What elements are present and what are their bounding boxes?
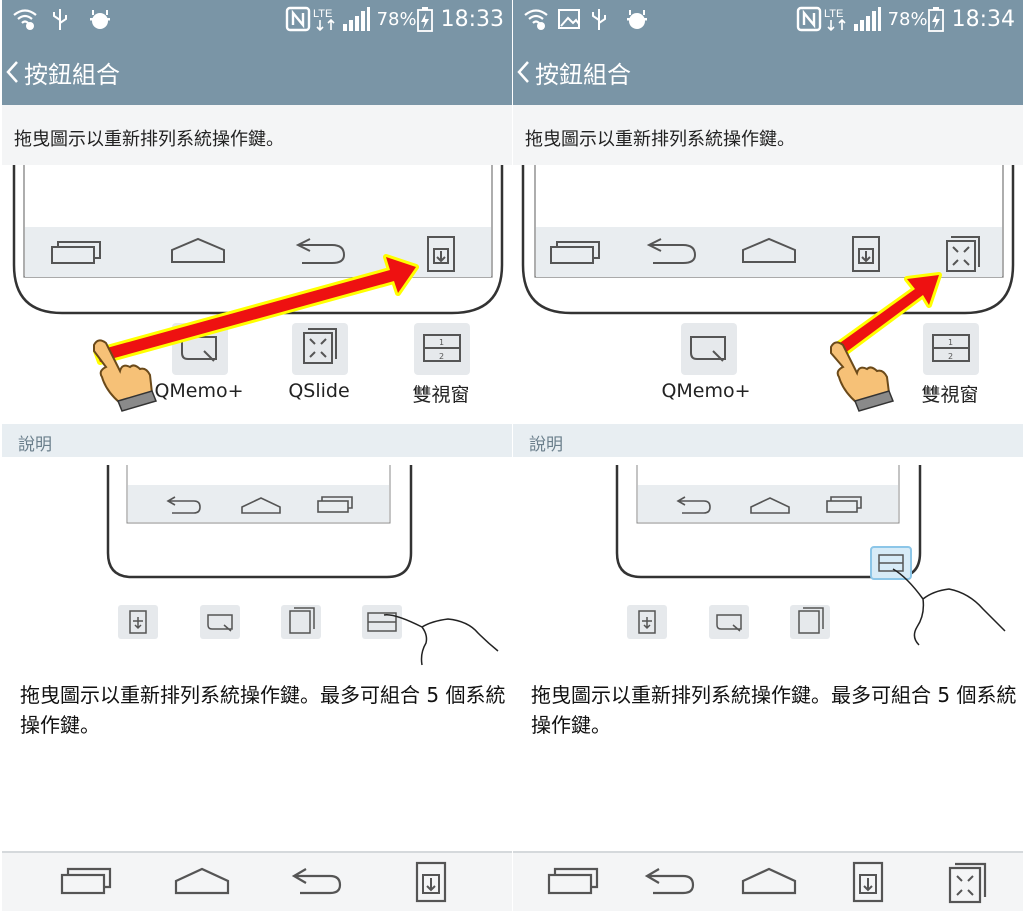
nfc-icon bbox=[796, 6, 821, 32]
preview-navbar bbox=[536, 227, 1002, 277]
section-header: 說明 bbox=[2, 424, 512, 457]
debug-icon bbox=[627, 10, 647, 29]
illustration-tiles bbox=[118, 605, 402, 639]
system-navbar bbox=[513, 851, 1023, 911]
svg-text:LTE: LTE bbox=[313, 8, 332, 20]
status-icons-left bbox=[13, 9, 110, 30]
button-combination-editor: 1 2 bbox=[521, 165, 1015, 412]
hand-pointer-icon bbox=[830, 341, 895, 412]
illustration-hand-icon bbox=[892, 568, 1006, 646]
title-bar: 按鈕組合 bbox=[2, 38, 512, 105]
title-bar: 按鈕組合 bbox=[513, 38, 1023, 105]
notification-icon[interactable] bbox=[851, 861, 887, 905]
dual-window-label: 雙視窗 bbox=[412, 384, 470, 406]
qslide-label: QSlide bbox=[288, 380, 350, 402]
status-icons-right: LTE 78% 18:33 bbox=[285, 4, 504, 34]
status-icons-left bbox=[524, 9, 647, 30]
lte-icon: LTE bbox=[824, 8, 846, 32]
instruction-text: 拖曳圖示以重新排列系統操作鍵。 bbox=[513, 105, 1023, 165]
status-bar: LTE 78% 18:34 bbox=[513, 0, 1023, 38]
instruction-text: 拖曳圖示以重新排列系統操作鍵。 bbox=[2, 105, 512, 165]
svg-text:1: 1 bbox=[948, 338, 953, 347]
lte-icon: LTE bbox=[313, 8, 335, 32]
qmemo-label: QMemo+ bbox=[154, 380, 244, 402]
status-bar: LTE 78% 18:33 bbox=[2, 0, 512, 38]
back-chevron-icon[interactable] bbox=[515, 60, 531, 84]
notification-icon[interactable] bbox=[414, 861, 450, 905]
instruction-label: 拖曳圖示以重新排列系統操作鍵。 bbox=[525, 129, 795, 150]
svg-text:2: 2 bbox=[439, 352, 444, 361]
gallery-icon bbox=[558, 9, 580, 29]
illustration-tiles bbox=[627, 605, 830, 639]
svg-text:1: 1 bbox=[439, 338, 444, 347]
dual-window-label: 雙視窗 bbox=[921, 384, 979, 406]
qslide-tile bbox=[292, 323, 348, 375]
qmemo-tile bbox=[681, 323, 737, 375]
page-title: 按鈕組合 bbox=[535, 61, 631, 89]
svg-text:2: 2 bbox=[948, 352, 953, 361]
help-illustration bbox=[615, 465, 1006, 646]
battery-percent: 78% bbox=[887, 8, 928, 30]
page-title: 按鈕組合 bbox=[24, 61, 120, 89]
description-text: 拖曳圖示以重新排列系統操作鍵。最多可組合 5 個系統操作鍵。 bbox=[20, 683, 506, 737]
right-screenshot-panel: LTE 78% 18:34 按鈕組合 拖曳圖示以重新排列系統操作鍵。 1 2 Q… bbox=[513, 0, 1023, 911]
section-header-label: 說明 bbox=[18, 435, 52, 455]
help-illustration bbox=[106, 465, 499, 666]
status-time: 18:33 bbox=[440, 6, 504, 32]
signal-icon bbox=[342, 7, 370, 31]
left-screenshot-panel: LTE 78% 18:33 按鈕組合 拖曳圖示以重新排列系統操作鍵。 1 2 Q… bbox=[2, 0, 512, 911]
home-icon[interactable] bbox=[739, 861, 799, 901]
system-navbar bbox=[2, 851, 512, 911]
back-icon[interactable] bbox=[643, 861, 699, 901]
section-header-label: 說明 bbox=[529, 435, 563, 455]
description-text: 拖曳圖示以重新排列系統操作鍵。最多可組合 5 個系統操作鍵。 bbox=[531, 683, 1017, 737]
instruction-label: 拖曳圖示以重新排列系統操作鍵。 bbox=[14, 129, 284, 150]
battery-percent: 78% bbox=[376, 8, 417, 30]
status-icons-right: LTE 78% 18:34 bbox=[796, 4, 1015, 34]
wifi-icon bbox=[524, 9, 548, 30]
wifi-icon bbox=[13, 9, 37, 30]
usb-icon bbox=[53, 9, 67, 30]
svg-text:LTE: LTE bbox=[824, 8, 843, 20]
battery-charging-icon bbox=[927, 7, 944, 32]
recent-apps-icon[interactable] bbox=[545, 861, 601, 901]
back-chevron-icon[interactable] bbox=[4, 60, 20, 84]
recent-apps-icon[interactable] bbox=[58, 861, 114, 901]
back-icon[interactable] bbox=[290, 861, 346, 901]
status-time: 18:34 bbox=[951, 6, 1015, 32]
qslide-icon[interactable] bbox=[947, 861, 987, 905]
section-header: 說明 bbox=[513, 424, 1023, 457]
button-combination-editor: 1 2 bbox=[12, 165, 504, 412]
debug-icon bbox=[90, 10, 110, 29]
usb-icon bbox=[592, 9, 606, 30]
signal-icon bbox=[853, 7, 881, 31]
nfc-icon bbox=[285, 6, 310, 32]
battery-charging-icon bbox=[416, 7, 433, 32]
home-icon[interactable] bbox=[172, 861, 232, 901]
qmemo-label: QMemo+ bbox=[661, 380, 751, 402]
